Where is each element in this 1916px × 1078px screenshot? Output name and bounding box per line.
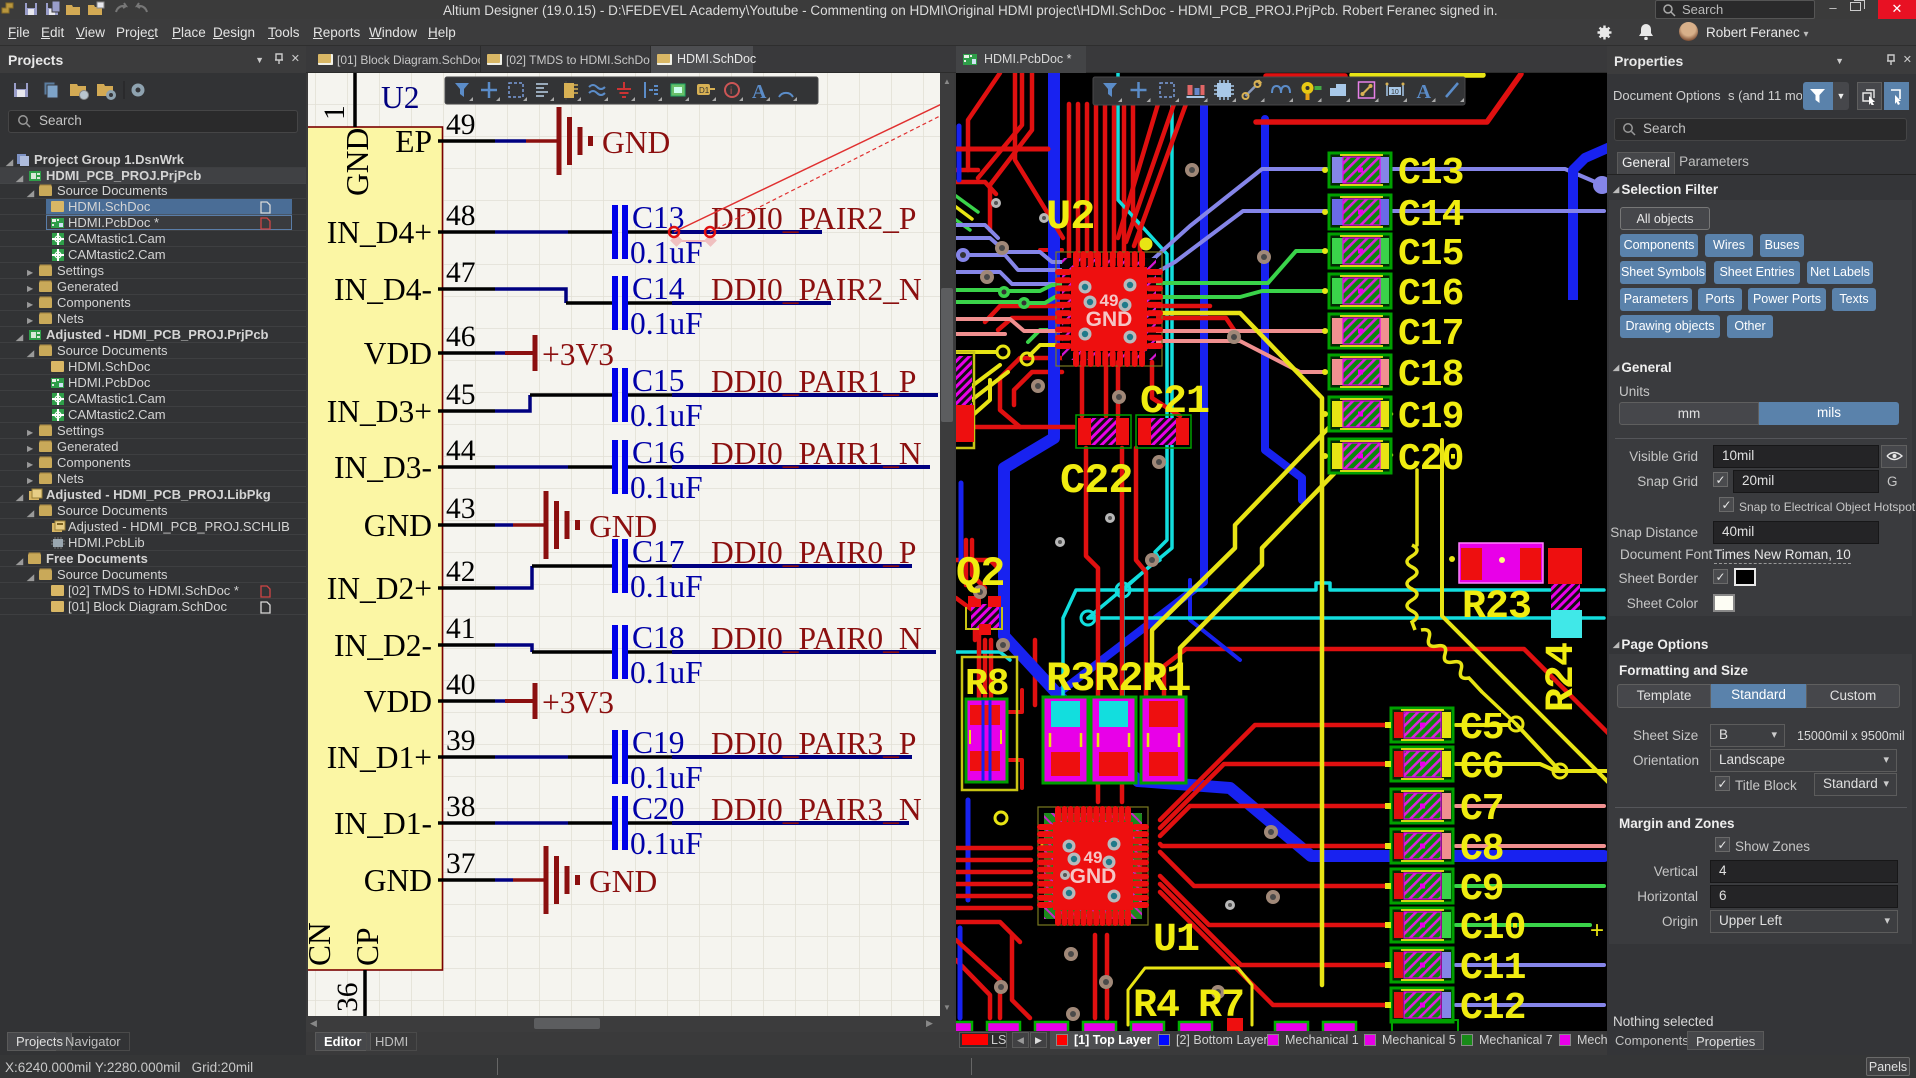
svg-text:DDI0_PAIR1_N: DDI0_PAIR1_N [711, 436, 922, 471]
svg-text:C22: C22 [1060, 457, 1133, 505]
svg-text:CP: CP [350, 927, 385, 966]
svg-text:IN_D3-: IN_D3- [334, 450, 432, 485]
svg-text:36: 36 [332, 983, 364, 1013]
svg-text:R24: R24 [1540, 643, 1585, 712]
svg-text:45: 45 [446, 379, 476, 411]
svg-text:C18: C18 [632, 620, 685, 655]
svg-text:41: 41 [446, 613, 476, 645]
svg-text:C14: C14 [1398, 194, 1464, 237]
svg-text:37: 37 [446, 848, 476, 880]
svg-text:GND: GND [340, 128, 375, 196]
svg-text:IN_D2-: IN_D2- [334, 628, 432, 663]
svg-text:C8: C8 [1460, 828, 1504, 871]
svg-text:39: 39 [446, 725, 476, 757]
svg-text:38: 38 [446, 791, 476, 823]
svg-text:IN_D4-: IN_D4- [334, 272, 432, 307]
svg-text:C16: C16 [1398, 273, 1463, 316]
svg-text:CN: CN [308, 922, 337, 966]
svg-text:GND: GND [364, 508, 432, 543]
svg-text:48: 48 [446, 200, 476, 232]
svg-text:IN_D3+: IN_D3+ [327, 394, 432, 429]
svg-text:C18: C18 [1398, 354, 1463, 397]
svg-text:0.1uF: 0.1uF [630, 655, 703, 690]
svg-text:0.1uF: 0.1uF [630, 398, 703, 433]
svg-text:IN_D2+: IN_D2+ [327, 571, 432, 606]
svg-text:R3: R3 [1046, 655, 1094, 703]
svg-text:GND: GND [1086, 308, 1133, 331]
svg-text:VDD: VDD [364, 336, 432, 371]
svg-text:IN_D1-: IN_D1- [334, 806, 432, 841]
svg-text:U1: U1 [1153, 918, 1199, 963]
svg-text:R1: R1 [1142, 655, 1190, 703]
svg-text:0.1uF: 0.1uF [630, 569, 703, 604]
svg-text:C13: C13 [1398, 152, 1463, 195]
svg-text:C9: C9 [1460, 868, 1504, 911]
svg-text:C15: C15 [1398, 233, 1463, 276]
svg-text:DDI0_PAIR3_P: DDI0_PAIR3_P [711, 726, 916, 761]
svg-text:44: 44 [446, 435, 476, 467]
svg-text:+3V3: +3V3 [542, 685, 614, 720]
svg-text:C21: C21 [1140, 380, 1209, 425]
svg-text:DDI0_PAIR2_N: DDI0_PAIR2_N [711, 272, 922, 307]
svg-text:GND: GND [602, 125, 670, 160]
svg-text:C17: C17 [1398, 313, 1463, 356]
svg-text:DDI0_PAIR0_P: DDI0_PAIR0_P [711, 535, 916, 570]
svg-text:C6: C6 [1460, 746, 1504, 789]
svg-text:R8: R8 [965, 663, 1009, 706]
svg-text:Q2: Q2 [956, 550, 1004, 598]
svg-text:C13: C13 [632, 200, 685, 235]
svg-text:0.1uF: 0.1uF [630, 826, 703, 861]
svg-text:DDI0_PAIR2_P: DDI0_PAIR2_P [711, 201, 916, 236]
svg-text:EP: EP [395, 124, 432, 159]
svg-text:A: A [752, 81, 767, 103]
svg-text:D1: D1 [699, 86, 710, 95]
svg-text:R23: R23 [1462, 585, 1531, 630]
svg-text:R7: R7 [1198, 984, 1244, 1029]
svg-text:DDI0_PAIR1_P: DDI0_PAIR1_P [711, 364, 916, 399]
svg-text:U2: U2 [1046, 193, 1094, 241]
svg-text:10: 10 [1391, 89, 1399, 96]
svg-text:1: 1 [319, 105, 351, 120]
svg-text:A: A [1417, 81, 1432, 103]
svg-text:DDI0_PAIR3_N: DDI0_PAIR3_N [711, 792, 922, 827]
svg-text:GND: GND [364, 863, 432, 898]
svg-text:C19: C19 [632, 725, 685, 760]
svg-text:42: 42 [446, 556, 476, 588]
svg-text:i: i [730, 86, 732, 97]
svg-text:GND: GND [589, 864, 657, 899]
svg-text:DDI0_PAIR0_N: DDI0_PAIR0_N [711, 621, 922, 656]
svg-text:C5: C5 [1460, 707, 1504, 750]
svg-text:IN_D4+: IN_D4+ [327, 215, 432, 250]
svg-text:VDD: VDD [364, 684, 432, 719]
svg-text:46: 46 [446, 321, 476, 353]
svg-text:U2: U2 [381, 80, 420, 115]
svg-text:C7: C7 [1460, 788, 1504, 831]
svg-text:C16: C16 [632, 435, 685, 470]
svg-text:C11: C11 [1460, 947, 1526, 990]
svg-text:R2: R2 [1094, 655, 1142, 703]
svg-text:40: 40 [446, 669, 476, 701]
svg-text:43: 43 [446, 493, 476, 525]
svg-text:GND: GND [1070, 865, 1117, 888]
svg-text:IN_D1+: IN_D1+ [327, 740, 432, 775]
svg-text:C12: C12 [1460, 987, 1525, 1030]
svg-text:C14: C14 [632, 271, 685, 306]
svg-text:+: + [1590, 917, 1604, 944]
svg-text:C17: C17 [632, 534, 685, 569]
svg-text:C19: C19 [1398, 396, 1463, 439]
svg-text:0.1uF: 0.1uF [630, 760, 703, 795]
svg-text:C20: C20 [632, 791, 685, 826]
svg-text:C10: C10 [1460, 907, 1525, 950]
svg-text:47: 47 [446, 257, 476, 289]
svg-text:+3V3: +3V3 [542, 337, 614, 372]
svg-text:49: 49 [446, 109, 476, 141]
svg-text:0.1uF: 0.1uF [630, 470, 703, 505]
svg-text:0.1uF: 0.1uF [630, 306, 703, 341]
svg-text:R4: R4 [1133, 984, 1179, 1029]
svg-text:C15: C15 [632, 363, 685, 398]
svg-text:C20: C20 [1398, 438, 1463, 481]
